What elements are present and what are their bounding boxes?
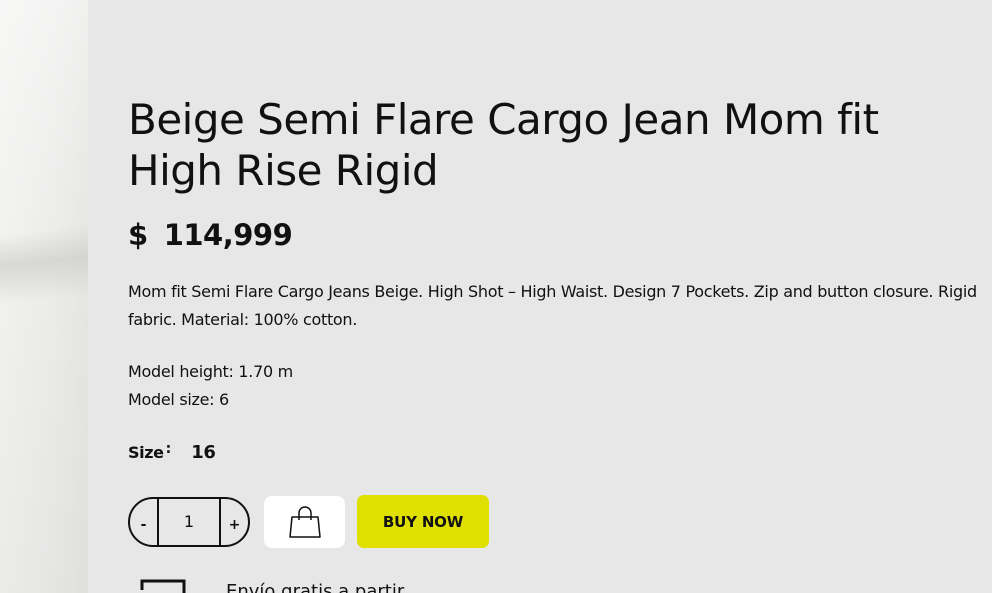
product-description: Mom fit Semi Flare Cargo Jeans Beige. Hi… bbox=[128, 282, 977, 329]
price-currency: $ bbox=[128, 218, 148, 252]
quantity-stepper: - + bbox=[128, 496, 250, 547]
truck-icon bbox=[140, 579, 186, 593]
product-image[interactable] bbox=[0, 0, 88, 593]
shipping-info: Envío gratis a partir bbox=[128, 578, 404, 593]
purchase-actions: - + BUY NOW bbox=[128, 495, 489, 548]
product-price: $114,999 bbox=[128, 218, 293, 252]
buy-now-button[interactable]: BUY NOW bbox=[357, 495, 489, 548]
add-to-cart-button[interactable] bbox=[264, 495, 345, 548]
quantity-increment-button[interactable]: + bbox=[221, 499, 248, 545]
model-info: Model height: 1.70 m Model size: 6 bbox=[128, 358, 293, 414]
price-amount: 114,999 bbox=[163, 218, 293, 252]
model-height: Model height: 1.70 m bbox=[128, 362, 293, 381]
model-size: Model size: 6 bbox=[128, 390, 229, 409]
quantity-decrement-label: - bbox=[140, 516, 147, 533]
product-page: Beige Semi Flare Cargo Jean Mom fit High… bbox=[0, 0, 992, 593]
quantity-decrement-button[interactable]: - bbox=[130, 499, 157, 545]
quantity-increment-label: + bbox=[228, 516, 241, 533]
quantity-input[interactable] bbox=[157, 498, 221, 545]
size-selector: Size : 16 bbox=[128, 441, 216, 463]
product-title: Beige Semi Flare Cargo Jean Mom fit High… bbox=[128, 95, 879, 195]
size-colon: : bbox=[165, 441, 172, 457]
product-details: Beige Semi Flare Cargo Jean Mom fit High… bbox=[128, 0, 986, 593]
size-option-16[interactable]: 16 bbox=[191, 442, 216, 463]
product-image-shade bbox=[0, 0, 88, 593]
shipping-text: Envío gratis a partir bbox=[226, 581, 405, 593]
size-label: Size bbox=[128, 443, 164, 462]
shopping-bag-icon bbox=[288, 505, 321, 538]
